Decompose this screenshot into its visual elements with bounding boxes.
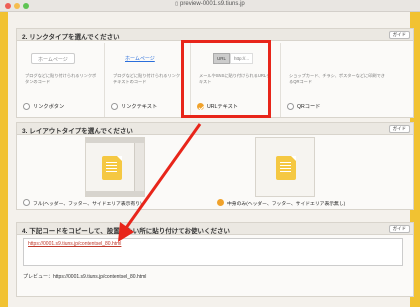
code-heading: 4. 下記コードをコピーして、設置したい所に貼り付けてお使いください ガイド	[17, 223, 413, 235]
page-icon: ▯	[175, 1, 179, 7]
document-icon	[102, 156, 122, 180]
code-textarea[interactable]: https://0001.s9.tiuns.jp/contentsel_80.h…	[23, 238, 403, 266]
link-button-radio[interactable]	[23, 103, 30, 110]
layout-type-heading: 3. レイアウトタイプを選んでください ガイド	[17, 123, 413, 135]
layout-full-preview[interactable]	[85, 137, 145, 197]
layout-content-only-preview[interactable]	[255, 137, 315, 197]
qr-code-radio[interactable]	[287, 103, 294, 110]
left-gold-strip	[0, 12, 8, 307]
document-icon	[276, 156, 296, 180]
generated-code-text: https://0001.s9.tiuns.jp/contentsel_80.h…	[28, 241, 122, 247]
link-option-button[interactable]: ホームページ ブログなどに貼り付けられるリンクボタンのコード リンクボタン	[17, 43, 105, 117]
window-title: ▯ preview-0001.s9.tiuns.jp	[175, 1, 245, 7]
layout-full-radio[interactable]	[23, 199, 30, 206]
homepage-link-preview: ホームページ	[125, 56, 155, 62]
guide-button[interactable]: ガイド	[388, 225, 410, 233]
link-option-text[interactable]: ホームページ ブログなどに貼り付けられるリンクテキストのコード リンクテキスト	[105, 43, 191, 117]
preview-link[interactable]: プレビュー：https://0001.s9.tiuns.jp/contentse…	[23, 273, 146, 280]
link-text-radio[interactable]	[111, 103, 118, 110]
layout-type-panel: 3. レイアウトタイプを選んでください ガイド フル(ヘッダー、フッター、サイド…	[16, 122, 414, 210]
guide-button[interactable]: ガイド	[388, 31, 410, 39]
window-titlebar: ▯ preview-0001.s9.tiuns.jp	[0, 0, 420, 12]
link-option-qr[interactable]: ショップカード、チラシ、ポスターなどに印刷できるQRコード QRコード	[281, 43, 393, 117]
homepage-button-preview: ホームページ	[31, 53, 75, 64]
code-panel: 4. 下記コードをコピーして、設置したい所に貼り付けてお使いください ガイド h…	[16, 222, 414, 297]
annotation-highlight-box	[181, 40, 271, 118]
layout-content-only-radio[interactable]	[217, 199, 224, 206]
guide-button[interactable]: ガイド	[388, 125, 410, 133]
